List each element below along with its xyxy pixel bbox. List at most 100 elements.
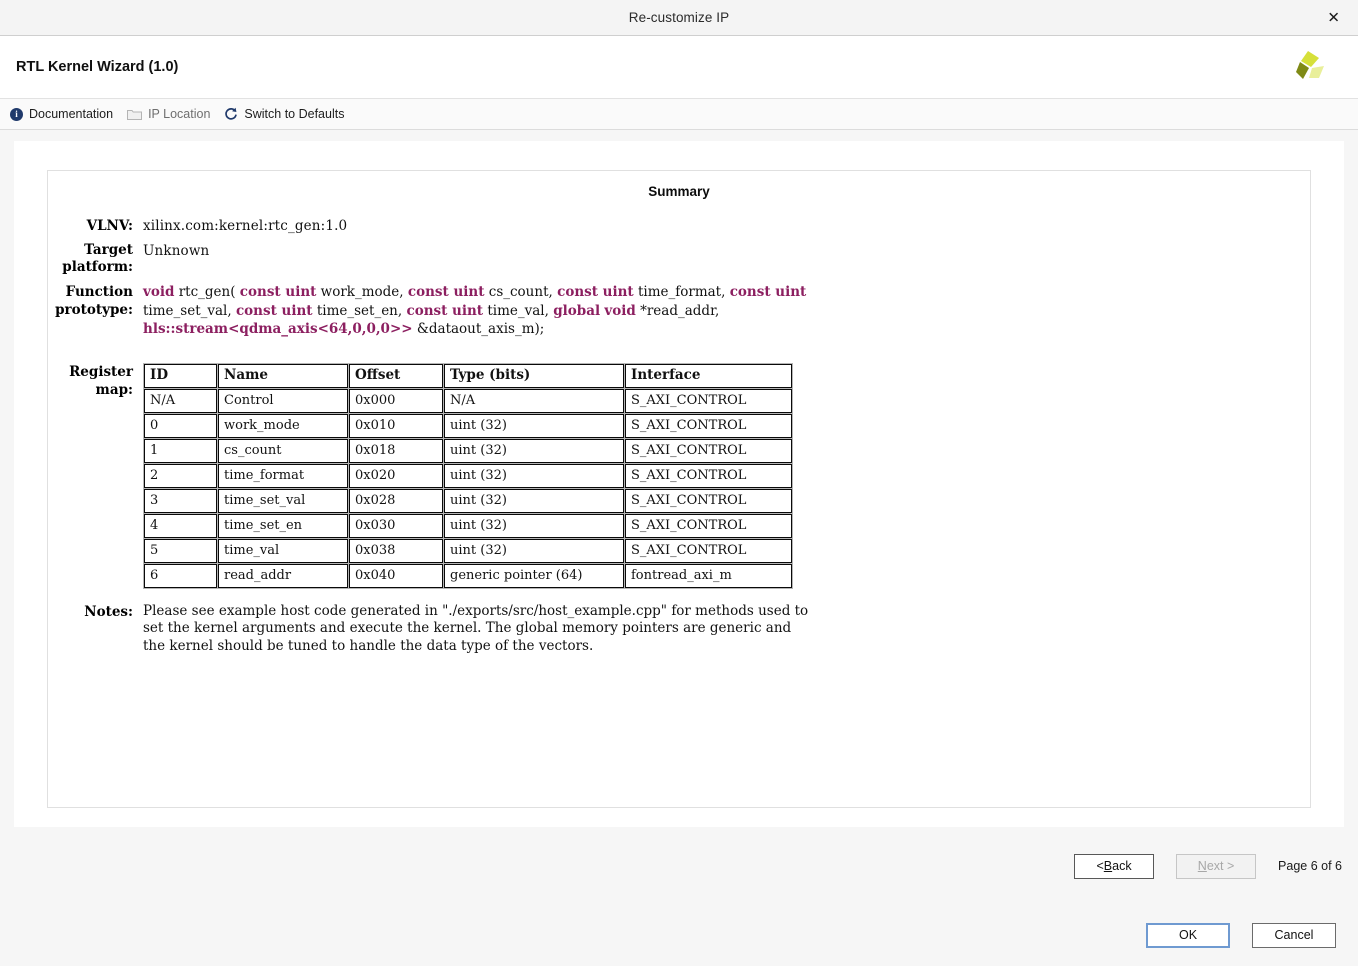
table-cell: time_val (218, 539, 348, 563)
summary-row-function-prototype: Functionprototype: void rtc_gen( const u… (48, 283, 1310, 339)
table-cell: generic pointer (64) (444, 564, 624, 588)
switch-to-defaults-label: Switch to Defaults (244, 107, 344, 121)
back-button[interactable]: < Back (1074, 854, 1154, 879)
register-map-tbody: N/AControl0x000N/AS_AXI_CONTROL0work_mod… (144, 389, 792, 588)
table-cell: S_AXI_CONTROL (625, 439, 792, 463)
table-cell: 3 (144, 489, 217, 513)
prototype-keyword: hls::stream<qdma_axis<64,0,0,0>> (143, 321, 413, 337)
table-row: 1cs_count0x018uint (32)S_AXI_CONTROL (144, 439, 792, 463)
table-row: 3time_set_val0x028uint (32)S_AXI_CONTROL (144, 489, 792, 513)
table-cell: uint (32) (444, 414, 624, 438)
wizard-header: RTL Kernel Wizard (1.0) (0, 36, 1358, 99)
summary-row-target-platform: Targetplatform: Unknown (48, 242, 1310, 276)
table-cell: time_set_en (218, 514, 348, 538)
register-map-thead: IDNameOffsetType (bits)Interface (144, 364, 792, 388)
close-icon[interactable]: ✕ (1323, 8, 1344, 27)
prototype-text: *read_addr, (636, 303, 720, 319)
documentation-button[interactable]: i Documentation (10, 107, 113, 121)
table-row: 6read_addr0x040generic pointer (64)fontr… (144, 564, 792, 588)
table-row: 5time_val0x038uint (32)S_AXI_CONTROL (144, 539, 792, 563)
prototype-text: time_val, (483, 303, 553, 319)
function-prototype-label: Functionprototype: (48, 283, 133, 339)
table-column-header: Type (bits) (444, 364, 624, 388)
ip-location-label: IP Location (148, 107, 210, 121)
prototype-text: work_mode, (316, 284, 408, 300)
table-cell: S_AXI_CONTROL (625, 489, 792, 513)
table-cell: Control (218, 389, 348, 413)
wizard-content-area: Summary VLNV: xilinx.com:kernel:rtc_gen:… (14, 141, 1344, 827)
table-cell: cs_count (218, 439, 348, 463)
refresh-icon (224, 107, 238, 121)
mnemonic-letter: B (1104, 859, 1112, 873)
table-cell: 1 (144, 439, 217, 463)
prototype-keyword: const uint (240, 284, 317, 300)
page-title: RTL Kernel Wizard (1.0) (16, 59, 178, 75)
table-cell: 2 (144, 464, 217, 488)
mnemonic-letter: N (1198, 859, 1207, 873)
prototype-text: &dataout_axis_m); (413, 321, 545, 337)
table-cell: 0x000 (349, 389, 443, 413)
table-row: N/AControl0x000N/AS_AXI_CONTROL (144, 389, 792, 413)
prototype-keyword: const uint (236, 303, 313, 319)
table-cell: N/A (444, 389, 624, 413)
table-cell: uint (32) (444, 439, 624, 463)
table-cell: time_format (218, 464, 348, 488)
table-cell: 0x030 (349, 514, 443, 538)
cancel-button[interactable]: Cancel (1252, 923, 1336, 948)
target-platform-value: Unknown (143, 242, 209, 276)
table-column-header: Offset (349, 364, 443, 388)
prototype-keyword: const uint (408, 284, 485, 300)
table-cell: uint (32) (444, 539, 624, 563)
documentation-label: Documentation (29, 107, 113, 121)
xilinx-logo-icon (1286, 45, 1330, 89)
notes-label: Notes: (48, 603, 133, 621)
summary-row-notes: Notes: Please see example host code gene… (48, 603, 1310, 656)
table-cell: fontread_axi_m (625, 564, 792, 588)
table-cell: S_AXI_CONTROL (625, 514, 792, 538)
table-cell: 0x040 (349, 564, 443, 588)
window-title: Re-customize IP (0, 10, 1358, 25)
table-cell: 0x010 (349, 414, 443, 438)
table-cell: uint (32) (444, 489, 624, 513)
summary-panel: Summary VLNV: xilinx.com:kernel:rtc_gen:… (47, 170, 1311, 808)
table-row: 0work_mode0x010uint (32)S_AXI_CONTROL (144, 414, 792, 438)
table-cell: 6 (144, 564, 217, 588)
prototype-keyword: const uint (730, 284, 807, 300)
info-icon: i (10, 108, 23, 121)
ip-location-button[interactable]: IP Location (127, 107, 210, 121)
table-cell: S_AXI_CONTROL (625, 414, 792, 438)
prototype-keyword: const uint (406, 303, 483, 319)
summary-body: VLNV: xilinx.com:kernel:rtc_gen:1.0 Targ… (48, 217, 1310, 655)
summary-row-vlnv: VLNV: xilinx.com:kernel:rtc_gen:1.0 (48, 217, 1310, 235)
function-prototype-value: void rtc_gen( const uint work_mode, cons… (143, 283, 843, 339)
wizard-toolbar: i Documentation IP Location Switch to De… (0, 99, 1358, 130)
notes-value: Please see example host code generated i… (143, 603, 813, 656)
prototype-keyword: global (553, 303, 600, 319)
folder-icon (127, 108, 142, 120)
register-map-label: Registermap: (48, 363, 133, 399)
table-cell: read_addr (218, 564, 348, 588)
table-cell: S_AXI_CONTROL (625, 464, 792, 488)
table-cell: S_AXI_CONTROL (625, 389, 792, 413)
table-cell: time_set_val (218, 489, 348, 513)
table-column-header: ID (144, 364, 217, 388)
prototype-text: time_set_en, (313, 303, 407, 319)
prototype-keyword: void (604, 303, 635, 319)
table-cell: 0x018 (349, 439, 443, 463)
table-cell: 0x020 (349, 464, 443, 488)
ok-button[interactable]: OK (1146, 923, 1230, 948)
next-button[interactable]: Next > (1176, 854, 1256, 879)
table-row: 2time_format0x020uint (32)S_AXI_CONTROL (144, 464, 792, 488)
prototype-text: time_format, (634, 284, 730, 300)
table-column-header: Name (218, 364, 348, 388)
vlnv-value: xilinx.com:kernel:rtc_gen:1.0 (143, 217, 347, 235)
summary-heading: Summary (48, 184, 1310, 199)
target-platform-label: Targetplatform: (48, 242, 133, 276)
table-cell: 0x028 (349, 489, 443, 513)
dialog-footer: OK Cancel (0, 918, 1358, 952)
switch-to-defaults-button[interactable]: Switch to Defaults (224, 107, 344, 121)
table-row: 4time_set_en0x030uint (32)S_AXI_CONTROL (144, 514, 792, 538)
prototype-keyword: const uint (557, 284, 634, 300)
window-titlebar: Re-customize IP ✕ (0, 0, 1358, 36)
summary-row-register-map: Registermap: IDNameOffsetType (bits)Inte… (48, 363, 1310, 589)
